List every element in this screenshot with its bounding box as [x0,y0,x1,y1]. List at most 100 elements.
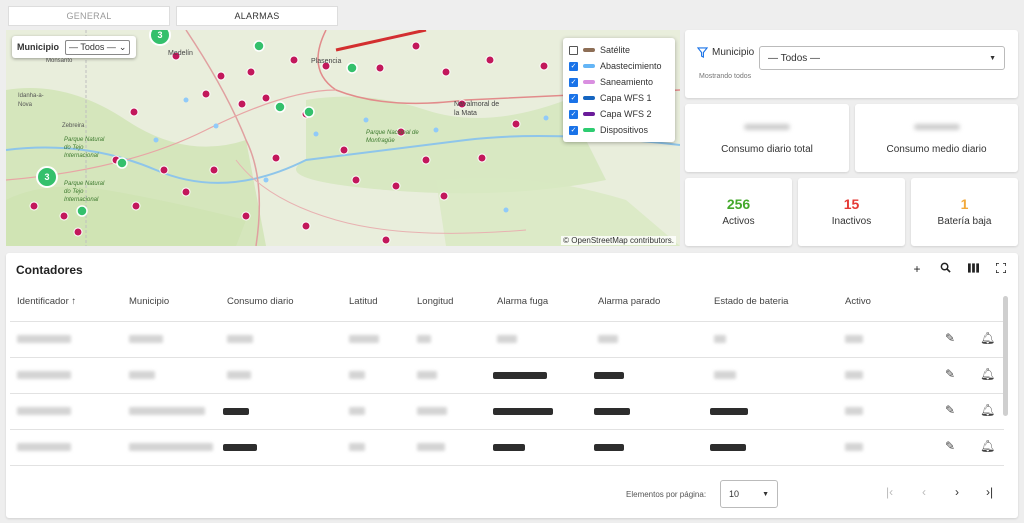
column-header-longitud[interactable]: Longitud [417,296,453,307]
search-icon[interactable] [938,262,952,276]
legend-item-capa-wfs-1[interactable]: ✓ Capa WFS 1 [569,90,669,106]
column-header-label: Identificador [17,296,69,307]
table-scrollbar[interactable] [1003,296,1008,416]
layer-swatch [583,112,595,116]
page-size-select[interactable]: 10 ▼ [720,480,778,508]
last-page-icon[interactable]: ›| [986,485,993,499]
legend-item-saneamiento[interactable]: ✓ Saneamiento [569,74,669,90]
layer-swatch [583,48,595,52]
cell-redacted [17,335,71,343]
stat-bateria-baja: 1 Batería baja [911,178,1018,246]
cell-redacted [417,335,431,343]
column-header-alarma-parado[interactable]: Alarma parado [598,296,660,307]
map-place-label: Navalmoral de la Mata [454,101,500,117]
layer-checkbox[interactable]: ✓ [569,93,578,103]
layer-checkbox[interactable] [569,45,578,55]
filter-label: Municipio [712,47,755,58]
bell-icon[interactable]: 🔔︎ [980,403,995,417]
legend-item-abastecimiento[interactable]: ✓ Abastecimiento [569,58,669,74]
stat-activos: 256 Activos [685,178,792,246]
cell-redacted [129,371,155,379]
kpi-consumo-total: Consumo diario total [685,104,849,172]
map-municipio-control: Municipio — Todos — ⌄ [12,36,136,58]
column-header-latitud[interactable]: Latitud [349,296,378,307]
map-municipio-label: Municipio [17,42,59,52]
edit-icon[interactable]: ✎ [945,403,955,417]
table-row[interactable]: ✎ 🔔︎ [10,393,1004,429]
add-icon[interactable]: + [910,262,924,276]
previous-page-icon[interactable]: ‹ [922,485,926,499]
tab-alarmas[interactable]: ALARMAS [176,6,338,26]
layer-checkbox[interactable]: ✓ [569,125,578,135]
caret-down-icon: ▼ [989,54,996,62]
cell-redacted [598,335,618,343]
first-page-icon[interactable]: |‹ [886,485,893,499]
cell-redacted [714,335,726,343]
bell-icon[interactable]: 🔔︎ [980,439,995,453]
cell-redacted [349,371,365,379]
cell-redacted [417,407,447,415]
table-title: Contadores [16,263,83,277]
stat-value: 15 [843,196,860,212]
fullscreen-icon[interactable] [994,262,1008,276]
bell-icon[interactable]: 🔔︎ [980,367,995,381]
column-header-consumo-diario[interactable]: Consumo diario [227,296,294,307]
municipio-select[interactable]: — Todos — ▼ [759,46,1005,70]
cell-redacted [493,372,547,379]
layer-checkbox[interactable]: ✓ [569,109,578,119]
layer-swatch [583,96,595,100]
column-header-municipio[interactable]: Municipio [129,296,169,307]
cell-redacted [349,407,365,415]
cell-redacted [227,335,253,343]
columns-icon[interactable] [966,262,980,276]
edit-icon[interactable]: ✎ [945,331,955,345]
stat-inactivos: 15 Inactivos [798,178,905,246]
column-header-estado-bateria[interactable]: Estado de bateria [714,296,788,307]
table-row[interactable]: ✎ 🔔︎ [10,429,1004,465]
table-row[interactable]: ✎ 🔔︎ [10,321,1004,357]
legend-item-label: Capa WFS 2 [600,109,652,119]
map-municipio-select[interactable]: — Todos — ⌄ [65,39,131,55]
legend-item-label: Abastecimiento [600,61,662,71]
map-cluster-marker[interactable]: 3 [36,166,58,188]
map-attribution[interactable]: © OpenStreetMap contributors. [561,236,676,245]
legend-item-label: Satélite [600,45,631,55]
column-header-identificador[interactable]: Identificador ↑ [17,296,76,307]
edit-icon[interactable]: ✎ [945,367,955,381]
table-row[interactable]: ✎ 🔔︎ [10,357,1004,393]
layer-checkbox[interactable]: ✓ [569,77,578,87]
map-place-label: Parque Nacional de Monfragüe [366,130,419,144]
stat-label: Batería baja [937,216,992,227]
legend-item-dispositivos[interactable]: ✓ Dispositivos [569,122,669,138]
legend-item-satelite[interactable]: Satélite [569,42,669,58]
layer-checkbox[interactable]: ✓ [569,61,578,71]
layer-swatch [583,64,595,68]
cell-redacted [845,371,863,379]
cell-redacted [845,335,863,343]
page-size-value: 10 [729,489,740,499]
layer-legend: Satélite ✓ Abastecimiento ✓ Saneamiento … [563,38,675,142]
cell-redacted [594,372,624,379]
municipio-filter-card: Municipio — Todos — ▼ Mostrando todos [685,30,1018,98]
map-place-label: Idanha-a-Nova [18,93,44,108]
tab-general[interactable]: GENERAL [8,6,170,26]
next-page-icon[interactable]: › [955,485,959,499]
cell-redacted [349,443,365,451]
map-place-label: Parque Natural do Tejo Internacional [64,181,105,203]
column-header-activo[interactable]: Activo [845,296,871,307]
stat-value: 1 [960,196,969,212]
layer-swatch [583,80,595,84]
layer-swatch [583,128,595,132]
cell-redacted [845,443,863,451]
map-view[interactable]: 3 3 Monsanto Idanha-a-Nova Zebreira Parq… [6,30,680,246]
cell-redacted [710,444,746,451]
bell-icon[interactable]: 🔔︎ [980,331,995,345]
municipio-select-value: — Todos — [768,52,821,64]
cell-redacted [17,371,71,379]
legend-item-capa-wfs-2[interactable]: ✓ Capa WFS 2 [569,106,669,122]
edit-icon[interactable]: ✎ [945,439,955,453]
cell-redacted [845,407,863,415]
cell-redacted [349,335,379,343]
cell-redacted [223,444,257,451]
column-header-alarma-fuga[interactable]: Alarma fuga [497,296,548,307]
